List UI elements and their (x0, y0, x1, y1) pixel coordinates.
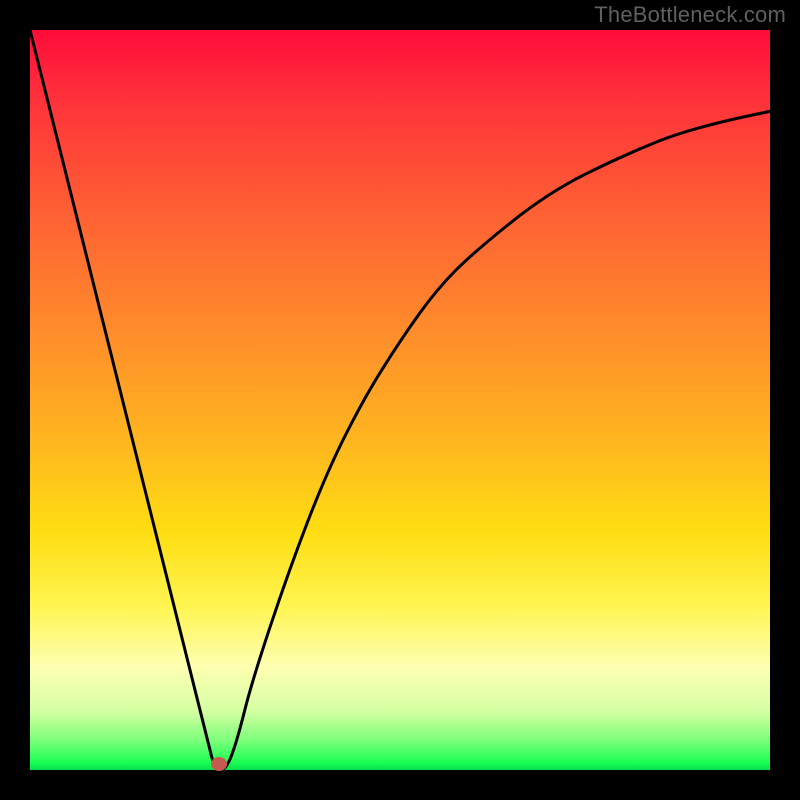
watermark-label: TheBottleneck.com (594, 2, 786, 28)
chart-container: TheBottleneck.com (0, 0, 800, 800)
optimum-marker (211, 757, 227, 771)
plot-area (30, 30, 770, 770)
bottleneck-curve (30, 30, 770, 770)
